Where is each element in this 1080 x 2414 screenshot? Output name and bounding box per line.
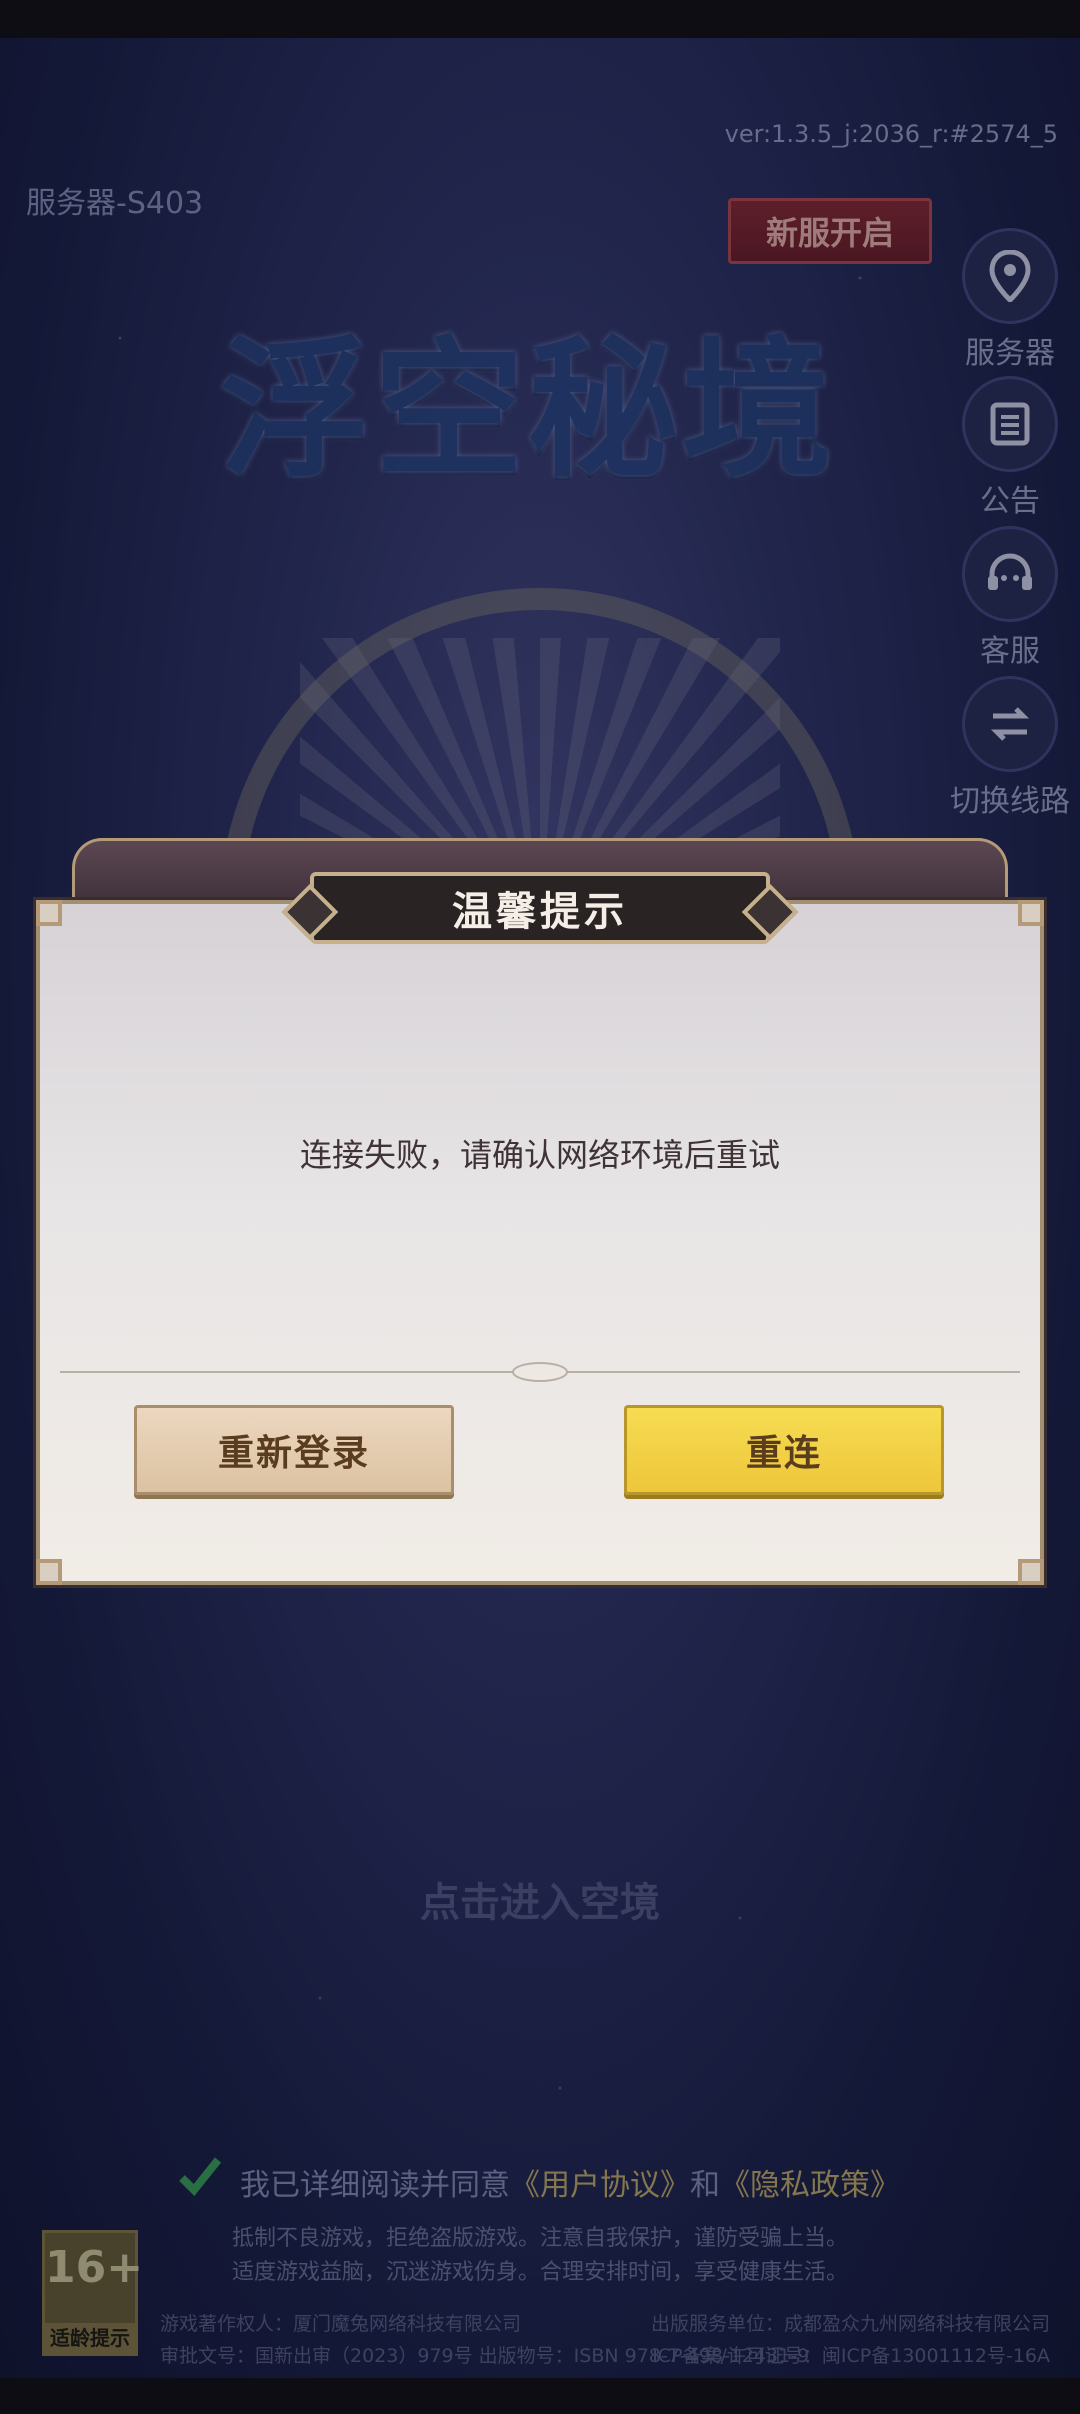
dialog-corner [36,1559,62,1585]
dialog-corner [1018,1559,1044,1585]
navigation-bar [0,2378,1080,2414]
status-bar [0,0,1080,38]
dialog-title: 温馨提示 [310,872,770,944]
dialog-message: 连接失败，请确认网络环境后重试 [299,1136,780,1174]
reconnect-button[interactable]: 重连 [624,1405,944,1495]
relogin-button[interactable]: 重新登录 [134,1405,454,1495]
divider-ornament [512,1362,568,1382]
dialog-corner [36,900,62,926]
dialog-corner [1018,900,1044,926]
